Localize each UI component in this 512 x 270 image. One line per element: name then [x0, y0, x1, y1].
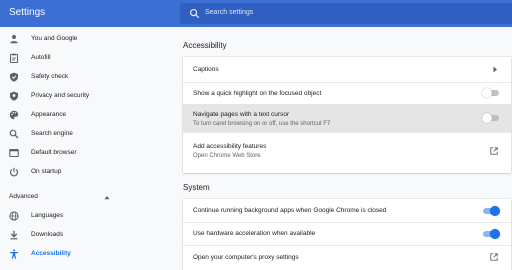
external-link-icon[interactable] [490, 147, 498, 155]
shield-icon [10, 72, 18, 82]
background-apps-toggle[interactable] [482, 206, 500, 216]
sidebar-item-you-and-google[interactable]: You and Google [0, 30, 170, 49]
caret-browsing-label: Navigate pages with a text cursor [193, 111, 290, 118]
top-bar: Settings Search settings [0, 0, 512, 27]
shield-lock-icon [10, 91, 18, 101]
sidebar-item-label: Safety check [31, 73, 69, 80]
captions-label: Captions [193, 66, 219, 73]
caret-up-icon[interactable] [104, 195, 110, 200]
system-card: Continue running background apps when Go… [183, 199, 511, 270]
globe-icon [9, 211, 19, 221]
search-icon [189, 8, 200, 19]
sidebar-item-downloads[interactable]: Downloads [0, 226, 170, 245]
caret-browsing-sublabel: To turn caret browsing on or off, use th… [193, 121, 331, 127]
hardware-acceleration-row[interactable]: Use hardware acceleration when available [183, 223, 511, 245]
search-box[interactable]: Search settings [180, 3, 512, 24]
arrow-right-icon [493, 66, 497, 73]
accessibility-card: Captions Show a quick highlight on the f… [183, 57, 511, 173]
add-features-label: Add accessibility features [193, 143, 267, 150]
clipboard-icon [9, 53, 19, 63]
sidebar-item-appearance[interactable]: Appearance [0, 106, 170, 125]
focus-highlight-toggle[interactable] [482, 88, 500, 98]
sidebar-item-on-startup[interactable]: On startup [0, 163, 170, 182]
add-features-row[interactable]: Add accessibility features Open Chrome W… [183, 133, 511, 173]
power-icon [9, 167, 19, 177]
captions-row[interactable]: Captions [183, 57, 511, 82]
sidebar-item-label: Downloads [31, 231, 64, 238]
browser-icon [9, 148, 19, 158]
sidebar-item-privacy[interactable]: Privacy and security [0, 87, 170, 106]
section-title-accessibility: Accessibility [183, 41, 227, 50]
sidebar-nav: You and Google Autofill Safety check Pri… [0, 27, 170, 270]
add-features-sublabel: Open Chrome Web Store [193, 153, 261, 159]
app-title: Settings [9, 7, 46, 18]
person-icon [10, 35, 18, 44]
background-apps-label: Continue running background apps when Go… [193, 207, 387, 214]
proxy-settings-row[interactable]: Open your computer's proxy settings [183, 246, 511, 270]
search-icon [9, 129, 19, 139]
sidebar-item-label: Appearance [31, 111, 67, 118]
sidebar-item-label: Privacy and security [31, 92, 90, 99]
sidebar-item-label: Search engine [31, 130, 73, 137]
caret-browsing-toggle[interactable] [482, 113, 500, 123]
sidebar-item-accessibility[interactable]: Accessibility [0, 245, 170, 264]
focus-highlight-row[interactable]: Show a quick highlight on the focused ob… [183, 83, 511, 104]
focus-highlight-label: Show a quick highlight on the focused ob… [193, 90, 322, 97]
sidebar-item-languages[interactable]: Languages [0, 207, 170, 226]
download-icon [10, 230, 18, 240]
section-title-system: System [183, 183, 210, 192]
sidebar-item-safety-check[interactable]: Safety check [0, 68, 170, 87]
sidebar-item-autofill[interactable]: Autofill [0, 49, 170, 68]
background-apps-row[interactable]: Continue running background apps when Go… [183, 199, 511, 222]
palette-icon [9, 110, 19, 120]
sidebar-item-label: Autofill [31, 54, 51, 61]
proxy-settings-label: Open your computer's proxy settings [193, 254, 299, 261]
sidebar-item-label: Default browser [31, 149, 77, 156]
caret-browsing-row[interactable]: Navigate pages with a text cursor To tur… [183, 104, 511, 132]
sidebar-item-label: Accessibility [31, 250, 71, 257]
external-link-icon[interactable] [490, 253, 498, 261]
sidebar-item-label: On startup [31, 168, 62, 175]
hardware-acceleration-label: Use hardware acceleration when available [193, 230, 316, 237]
sidebar-item-label: Languages [31, 212, 64, 219]
accessibility-icon [10, 249, 18, 259]
sidebar-item-search-engine[interactable]: Search engine [0, 125, 170, 144]
hardware-acceleration-toggle[interactable] [482, 229, 500, 239]
search-input[interactable]: Search settings [205, 9, 253, 16]
advanced-toggle[interactable]: Advanced [9, 193, 38, 200]
sidebar-item-label: You and Google [31, 35, 78, 42]
sidebar-item-default-browser[interactable]: Default browser [0, 144, 170, 163]
